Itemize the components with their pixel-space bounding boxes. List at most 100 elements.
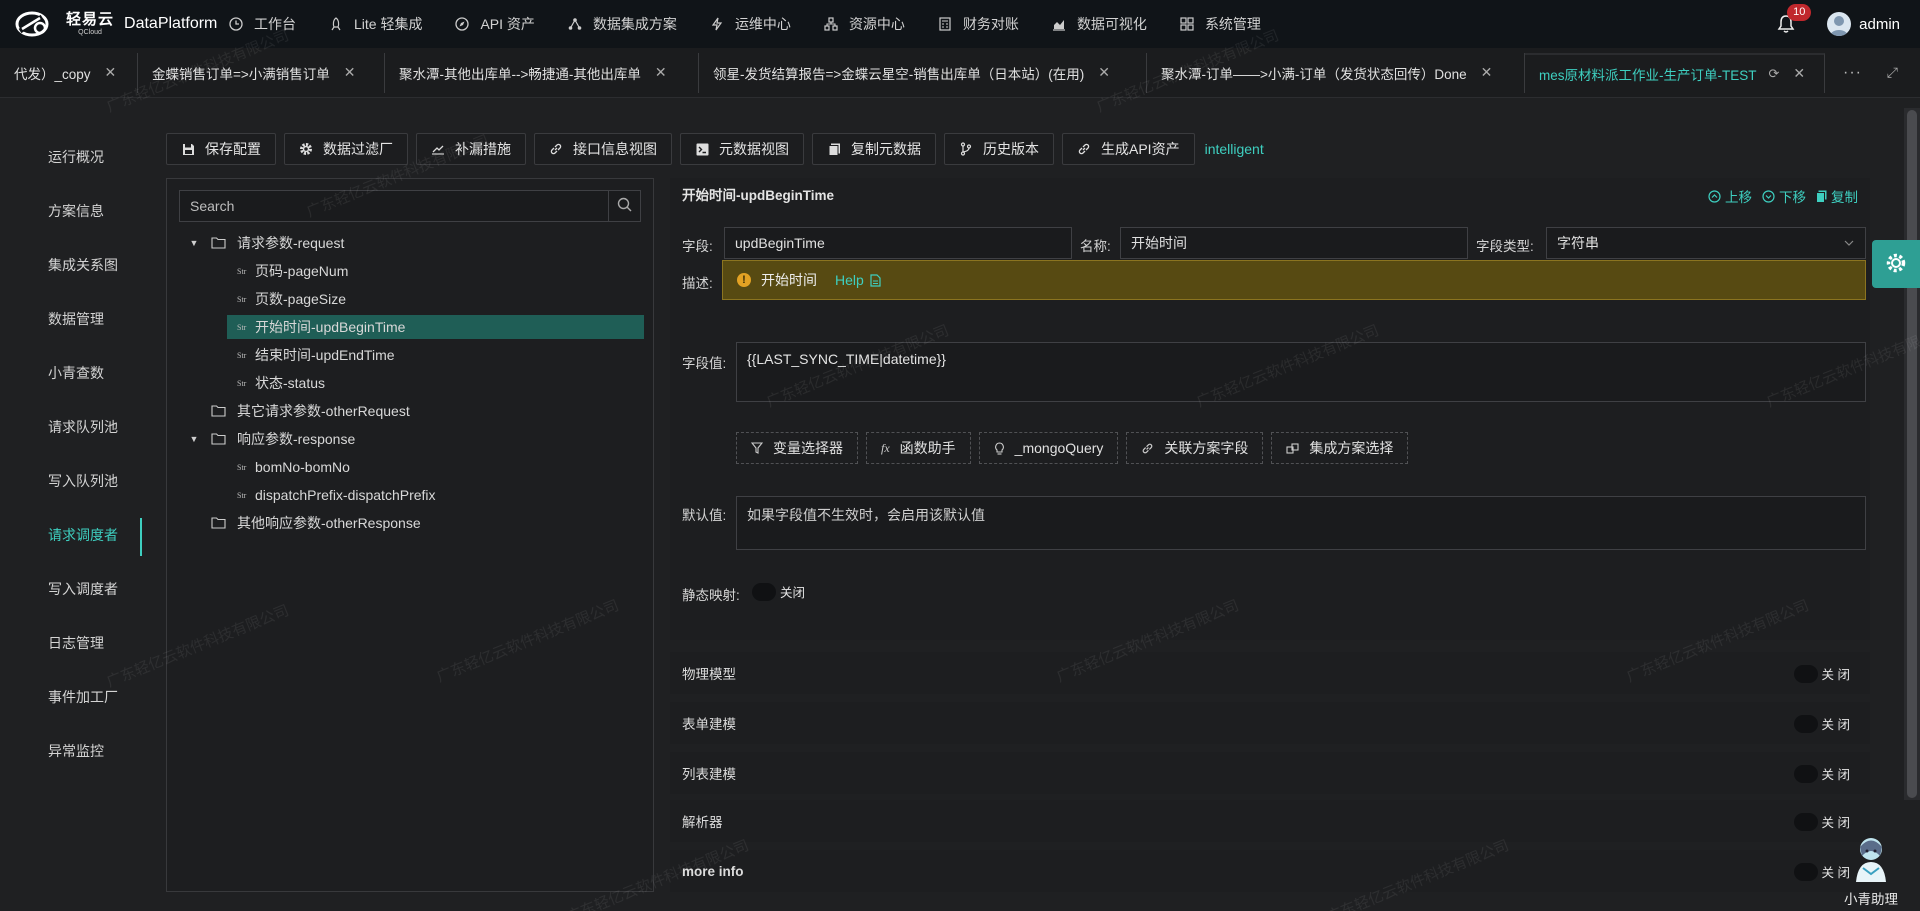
side-item-query[interactable]: 小青查数 (0, 346, 142, 400)
tree-node-other-response[interactable]: 其他响应参数-otherResponse (167, 509, 653, 537)
close-icon[interactable]: ✕ (1481, 64, 1493, 81)
close-icon[interactable]: ✕ (105, 64, 117, 81)
menu-item-lite[interactable]: Lite 轻集成 (328, 0, 438, 48)
caret-down-icon[interactable]: ▼ (187, 434, 201, 444)
expand-icon[interactable]: ⤢ (1887, 64, 1898, 81)
side-item-data-management[interactable]: 数据管理 (0, 292, 142, 346)
side-menu: 运行概况 方案信息 集成关系图 数据管理 小青查数 请求队列池 写入队列池 请求… (0, 130, 142, 778)
section-parser[interactable]: 解析器 关 闭 (670, 800, 1870, 842)
menu-item-workbench[interactable]: 工作台 (228, 0, 312, 48)
tree-node-pagenum[interactable]: Str 页码-pageNum (167, 257, 653, 285)
branch-icon (959, 142, 973, 156)
assistant-widget[interactable]: 小青助理 (1836, 834, 1906, 911)
tree-node-label: 响应参数-response (237, 431, 356, 447)
avatar[interactable] (1827, 12, 1852, 36)
copy-metadata-button[interactable]: 复制元数据 (812, 133, 936, 165)
help-link[interactable]: Help (835, 272, 881, 288)
remediation-button[interactable]: 补漏措施 (416, 133, 526, 165)
side-item-overview[interactable]: 运行概况 (0, 130, 142, 184)
tree-node-request[interactable]: ▼ 请求参数-request (167, 229, 653, 257)
tab-jushuitan-order[interactable]: 聚水潭-订单——>小满-订单（发货状态回传）Done ✕ (1147, 52, 1525, 93)
tab-kingdee-xiaoman[interactable]: 金蝶销售订单=>小满销售订单 ✕ (138, 52, 385, 93)
side-item-write-scheduler[interactable]: 写入调度者 (0, 562, 142, 616)
default-value-textarea[interactable]: 如果字段值不生效时，会启用该默认值 (736, 496, 1866, 550)
close-icon[interactable]: ✕ (1793, 65, 1805, 82)
tab-mes-active[interactable]: mes原材料派工作业-生产订单-TEST ⟳ ✕ (1525, 52, 1825, 93)
side-item-exception-monitor[interactable]: 异常监控 (0, 724, 142, 778)
close-icon[interactable]: ✕ (1098, 64, 1110, 81)
notification-bell[interactable]: 10 (1777, 4, 1812, 34)
side-item-relation-graph[interactable]: 集成关系图 (0, 238, 142, 292)
field-key-input[interactable]: updBeginTime (724, 227, 1072, 259)
tree-node-bomno[interactable]: Str bomNo-bomNo (167, 453, 653, 481)
side-item-write-queue[interactable]: 写入队列池 (0, 454, 142, 508)
section-toggle[interactable]: 关 闭 (1793, 812, 1850, 831)
menu-item-api-assets[interactable]: API 资产 (454, 0, 550, 48)
search-input[interactable] (180, 191, 608, 221)
side-item-label: 方案信息 (48, 203, 104, 219)
refresh-icon[interactable]: ⟳ (1769, 66, 1780, 82)
scrollbar-thumb[interactable] (1907, 110, 1917, 798)
function-helper-button[interactable]: fx 函数助手 (866, 432, 971, 464)
intelligent-link[interactable]: intelligent (1205, 141, 1264, 157)
side-item-request-scheduler[interactable]: 请求调度者 (0, 508, 142, 562)
field-type-select[interactable]: 字符串 (1546, 227, 1866, 259)
menu-item-integration[interactable]: 数据集成方案 (567, 0, 693, 48)
caret-down-icon[interactable]: ▼ (187, 238, 201, 248)
close-icon[interactable]: ✕ (344, 64, 356, 81)
variable-selector-button[interactable]: 变量选择器 (736, 432, 858, 464)
tree-node-other-request[interactable]: 其它请求参数-otherRequest (167, 397, 653, 425)
generate-api-asset-button[interactable]: 生成API资产 (1062, 133, 1195, 165)
section-physical-model[interactable]: 物理模型 关 闭 (670, 652, 1870, 694)
section-form-modeling[interactable]: 表单建模 关 闭 (670, 702, 1870, 744)
menu-item-ops[interactable]: 运维中心 (709, 0, 807, 48)
settings-float-button[interactable] (1872, 240, 1920, 288)
tab-lingxing[interactable]: 领星-发货结算报告=>金蝶云星空-销售出库单（日本站）(在用) ✕ (699, 52, 1147, 93)
section-list-modeling[interactable]: 列表建模 关 闭 (670, 752, 1870, 794)
menu-item-visualization[interactable]: 数据可视化 (1051, 0, 1163, 48)
field-name-input[interactable]: 开始时间 (1120, 227, 1468, 259)
tab-jushuitan-other[interactable]: 聚水潭-其他出库单-->畅捷通-其他出库单 ✕ (385, 52, 699, 93)
tree-node-updbegintime[interactable]: Str 开始时间-updBeginTime (167, 313, 653, 341)
close-icon[interactable]: ✕ (655, 64, 667, 81)
side-item-logs[interactable]: 日志管理 (0, 616, 142, 670)
field-value-textarea[interactable]: {{LAST_SYNC_TIME|datetime}} (736, 342, 1866, 402)
history-version-button[interactable]: 历史版本 (944, 133, 1054, 165)
section-toggle[interactable]: 关 闭 (1793, 714, 1850, 733)
move-down-button[interactable]: 下移 (1762, 186, 1806, 206)
button-label: 生成API资产 (1101, 141, 1180, 157)
side-item-request-queue[interactable]: 请求队列池 (0, 400, 142, 454)
section-more-info[interactable]: more info 关 闭 (670, 850, 1870, 892)
integration-plan-select-button[interactable]: 集成方案选择 (1271, 432, 1409, 464)
side-item-plan-info[interactable]: 方案信息 (0, 184, 142, 238)
related-plan-field-button[interactable]: 关联方案字段 (1126, 432, 1264, 464)
section-toggle[interactable]: 关 闭 (1793, 664, 1850, 683)
tree-node-pagesize[interactable]: Str 页数-pageSize (167, 285, 653, 313)
tab-label: 金蝶销售订单=>小满销售订单 (152, 66, 330, 82)
tree-node-status[interactable]: Str 状态-status (167, 369, 653, 397)
mongo-query-button[interactable]: _mongoQuery (978, 432, 1119, 464)
menu-item-finance[interactable]: 财务对账 (937, 0, 1035, 48)
username[interactable]: admin (1859, 16, 1900, 33)
tree-node-response[interactable]: ▼ 响应参数-response (167, 425, 653, 453)
save-config-button[interactable]: 保存配置 (166, 133, 276, 165)
brand[interactable]: 轻易云 QCloud DataPlatform (0, 9, 228, 39)
tree-node-updendtime[interactable]: Str 结束时间-updEndTime (167, 341, 653, 369)
menu-item-resources[interactable]: 资源中心 (823, 0, 921, 48)
tree-node-dispatchprefix[interactable]: Str dispatchPrefix-dispatchPrefix (167, 481, 653, 509)
search-button[interactable] (608, 191, 640, 221)
tab-more-button[interactable]: ··· (1843, 64, 1862, 82)
toggle-state: 关 闭 (1821, 768, 1850, 782)
side-item-event-factory[interactable]: 事件加工厂 (0, 670, 142, 724)
data-filter-button[interactable]: 数据过滤厂 (284, 133, 408, 165)
button-label: 历史版本 (983, 141, 1039, 157)
field-tree-panel: ▼ 请求参数-request Str 页码-pageNum Str 页数-pag… (166, 178, 654, 892)
static-mapping-switch[interactable]: 关闭 (752, 582, 805, 601)
metadata-view-button[interactable]: 元数据视图 (680, 133, 804, 165)
api-info-view-button[interactable]: 接口信息视图 (534, 133, 672, 165)
tab-copy[interactable]: 代发）_copy ✕ (0, 52, 138, 93)
section-toggle[interactable]: 关 闭 (1793, 764, 1850, 783)
move-up-button[interactable]: 上移 (1708, 186, 1752, 206)
copy-field-button[interactable]: 复制 (1816, 186, 1858, 206)
menu-item-system[interactable]: 系统管理 (1179, 0, 1277, 48)
